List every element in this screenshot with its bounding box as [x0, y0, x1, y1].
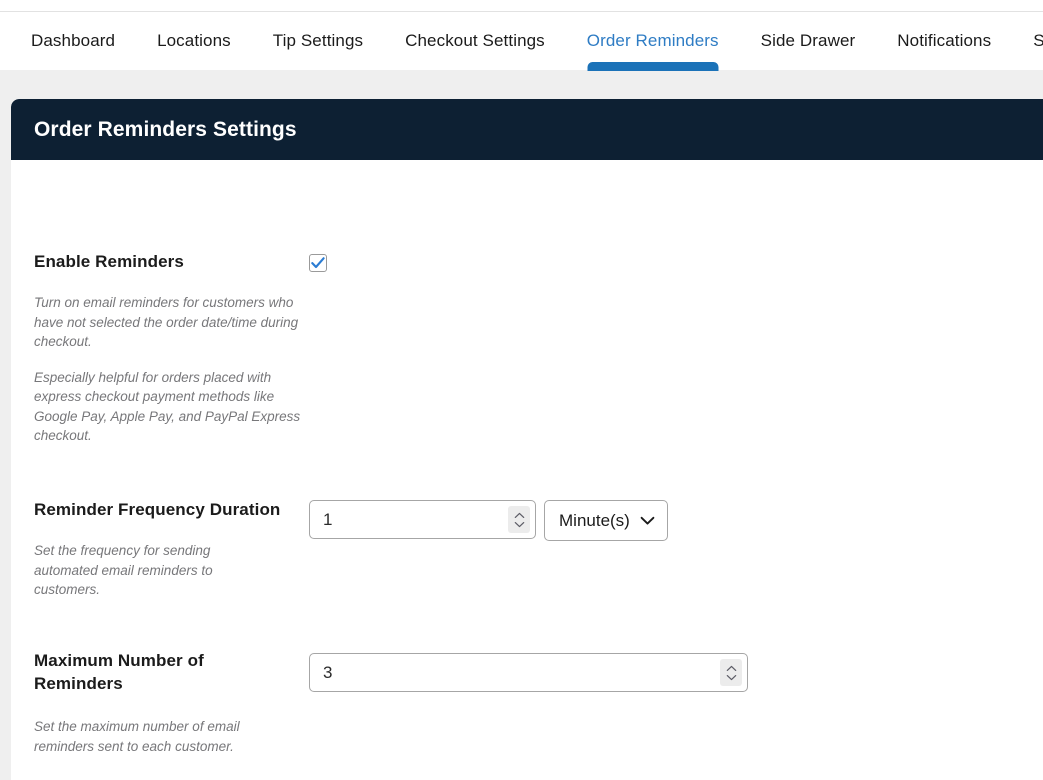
card-header: Order Reminders Settings: [11, 99, 1043, 160]
chevron-down-icon: [726, 674, 737, 681]
max-reminders-label: Maximum Number of Reminders: [34, 649, 224, 695]
enable-reminders-checkbox[interactable]: [309, 254, 327, 272]
tab-label: Dashboard: [31, 31, 115, 51]
tab-notifications[interactable]: Notifications: [876, 12, 1012, 70]
enable-reminders-description-2: Especially helpful for orders placed wit…: [34, 368, 309, 446]
tab-tip-settings[interactable]: Tip Settings: [252, 12, 384, 70]
chevron-up-icon: [514, 512, 525, 519]
reminder-frequency-value[interactable]: 1: [310, 510, 508, 530]
field-left-column: Reminder Frequency Duration Set the freq…: [11, 498, 309, 600]
tab-style[interactable]: Style: [1012, 12, 1043, 70]
chevron-down-icon: [640, 516, 655, 526]
tab-checkout-settings[interactable]: Checkout Settings: [384, 12, 566, 70]
tab-locations[interactable]: Locations: [136, 12, 252, 70]
reminder-frequency-description: Set the frequency for sending automated …: [34, 541, 249, 600]
field-left-column: Maximum Number of Reminders Set the maxi…: [11, 649, 309, 756]
reminder-frequency-unit-select[interactable]: Minute(s): [544, 500, 668, 541]
check-icon: [311, 257, 325, 269]
enable-reminders-label: Enable Reminders: [34, 250, 309, 273]
chevron-down-icon: [514, 521, 525, 528]
enable-reminders-description-1: Turn on email reminders for customers wh…: [34, 293, 309, 352]
tab-side-drawer[interactable]: Side Drawer: [740, 12, 877, 70]
field-control-column: [309, 250, 1043, 272]
tab-label: Locations: [157, 31, 231, 51]
max-reminders-input[interactable]: 3: [309, 653, 748, 692]
field-enable-reminders: Enable Reminders Turn on email reminders…: [11, 250, 1043, 446]
tab-label: Checkout Settings: [405, 31, 545, 51]
tab-label: Notifications: [897, 31, 991, 51]
reminder-frequency-unit-value: Minute(s): [559, 511, 630, 531]
reminder-frequency-input[interactable]: 1: [309, 500, 536, 539]
tab-dashboard[interactable]: Dashboard: [10, 12, 136, 70]
max-reminders-stepper[interactable]: [720, 659, 742, 686]
page-title: Order Reminders Settings: [34, 118, 297, 142]
tab-label: Tip Settings: [273, 31, 363, 51]
order-reminders-settings-card: Order Reminders Settings Enable Reminder…: [11, 99, 1043, 780]
chevron-up-icon: [726, 665, 737, 672]
field-control-column: 3: [309, 649, 1043, 692]
settings-tab-bar: Dashboard Locations Tip Settings Checkou…: [0, 12, 1043, 70]
field-reminder-frequency: Reminder Frequency Duration Set the freq…: [11, 498, 1043, 600]
tab-label: Style: [1033, 31, 1043, 51]
tab-order-reminders[interactable]: Order Reminders: [566, 12, 740, 70]
reminder-frequency-stepper[interactable]: [508, 506, 530, 533]
field-max-reminders: Maximum Number of Reminders Set the maxi…: [11, 649, 1043, 756]
field-control-column: 1 Minute(s): [309, 498, 1043, 541]
reminder-frequency-label: Reminder Frequency Duration: [34, 498, 309, 521]
max-reminders-value[interactable]: 3: [310, 663, 720, 683]
active-tab-indicator: [587, 62, 718, 71]
field-left-column: Enable Reminders Turn on email reminders…: [11, 250, 309, 446]
tab-label: Order Reminders: [587, 31, 719, 51]
tab-label: Side Drawer: [761, 31, 856, 51]
max-reminders-description: Set the maximum number of email reminder…: [34, 717, 274, 756]
card-body: Enable Reminders Turn on email reminders…: [11, 160, 1043, 780]
